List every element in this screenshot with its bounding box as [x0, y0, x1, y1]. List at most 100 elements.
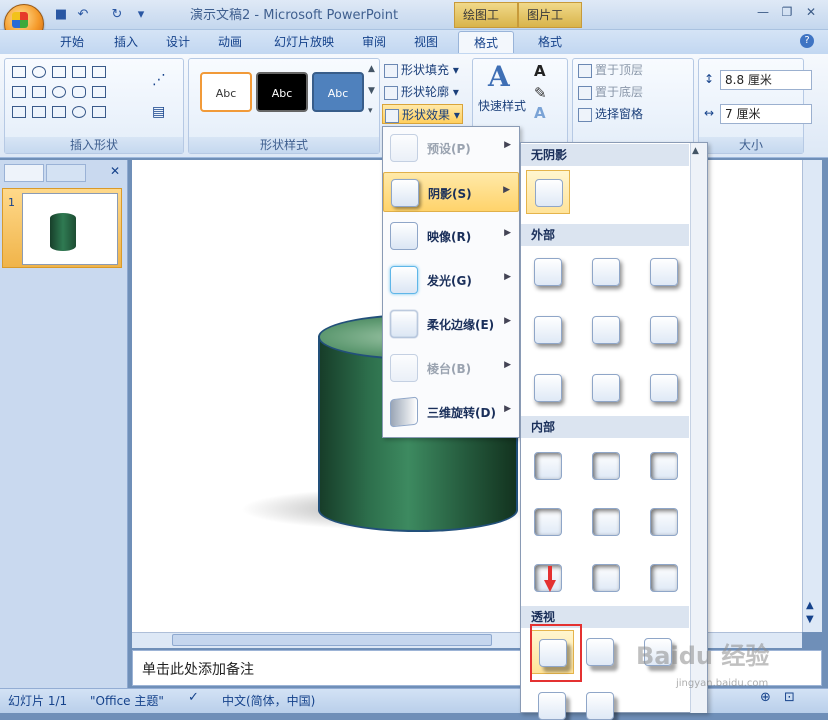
selection-pane-icon	[578, 107, 592, 122]
shadow-option-outer[interactable]	[584, 308, 628, 352]
language[interactable]: 中文(简体，中国)	[222, 692, 315, 709]
shadow-option-outer[interactable]	[526, 366, 570, 410]
text-outline-icon[interactable]: ✎	[534, 84, 547, 102]
outline-tab-icon[interactable]	[46, 164, 86, 182]
selection-pane-button[interactable]: 选择窗格	[578, 104, 643, 124]
shadow-option-outer[interactable]	[526, 308, 570, 352]
connector-shape-icon[interactable]	[12, 86, 26, 98]
menu-item-reflection[interactable]: 映像(R) ▶	[383, 216, 519, 256]
edit-shape-icon[interactable]: ⋰	[152, 72, 166, 88]
watermark: Baidu 经验	[636, 642, 770, 670]
zoom-in-icon[interactable]: ⊕	[760, 690, 771, 705]
horizontal-scroll-thumb[interactable]	[172, 634, 492, 646]
elbow-shape-icon[interactable]	[12, 106, 26, 118]
shadow-option-outer[interactable]	[642, 366, 686, 410]
shape-fill-button[interactable]: 形状填充 ▾	[384, 60, 459, 80]
send-to-back-button[interactable]: 置于底层	[578, 82, 643, 102]
style-sample-black[interactable]: Abc	[256, 72, 308, 112]
tab-insert[interactable]: 插入	[104, 31, 148, 53]
shadow-option-inner[interactable]	[584, 556, 628, 600]
freeform-shape-icon[interactable]	[92, 106, 106, 118]
shadow-option-inner[interactable]	[642, 500, 686, 544]
shadow-option-inner[interactable]	[526, 444, 570, 488]
panel-close-icon[interactable]: ✕	[110, 164, 120, 178]
rectangle-shape-icon[interactable]	[32, 86, 46, 98]
text-effects-icon[interactable]: A	[534, 104, 546, 122]
submenu-arrow-icon: ▶	[504, 360, 511, 370]
rounded-rect-shape-icon[interactable]	[72, 86, 86, 98]
tab-view[interactable]: 视图	[404, 31, 448, 53]
triangle-shape-icon[interactable]	[92, 86, 106, 98]
shape-effects-button[interactable]: 形状效果 ▾	[382, 104, 463, 124]
oval-shape-icon[interactable]	[52, 86, 66, 98]
menu-item-bevel[interactable]: 棱台(B) ▶	[383, 348, 519, 388]
shadow-option-outer[interactable]	[584, 366, 628, 410]
tab-design[interactable]: 设计	[156, 31, 200, 53]
tab-review[interactable]: 审阅	[352, 31, 396, 53]
quick-styles-icon[interactable]: A	[488, 60, 510, 93]
menu-item-glow[interactable]: 发光(G) ▶	[383, 260, 519, 300]
shadow-option-outer[interactable]	[642, 250, 686, 294]
height-input[interactable]: 8.8 厘米	[720, 70, 812, 90]
style-sample-blue[interactable]: Abc	[312, 72, 364, 112]
shadow-option-inner[interactable]	[642, 556, 686, 600]
shadow-option-inner[interactable]	[526, 500, 570, 544]
text-shape-icon[interactable]	[72, 66, 86, 78]
shadow-option-outer[interactable]	[584, 250, 628, 294]
help-icon[interactable]: ?	[800, 34, 814, 48]
styles-more-icon[interactable]: ▾	[368, 106, 373, 116]
text-box-icon[interactable]	[12, 66, 26, 78]
close-icon[interactable]: ✕	[800, 3, 822, 21]
tab-format-drawing[interactable]: 格式	[458, 31, 514, 53]
drawing-tools-context: 绘图工具	[454, 2, 518, 46]
menu-item-preset[interactable]: 预设(P) ▶	[383, 128, 519, 168]
text-box-insert-icon[interactable]: ▤	[152, 104, 165, 120]
shadow-option-none[interactable]	[526, 170, 570, 214]
styles-scroll-down-icon[interactable]: ▼	[368, 86, 375, 96]
save-icon[interactable]: ■	[52, 6, 70, 24]
redo-icon[interactable]: ↻	[108, 6, 126, 24]
circle-shape-icon[interactable]	[72, 106, 86, 118]
style-sample-orange[interactable]: Abc	[200, 72, 252, 112]
shape-outline-button[interactable]: 形状轮廓 ▾	[384, 82, 459, 102]
tab-format-picture[interactable]: 格式	[524, 31, 576, 53]
spellcheck-icon[interactable]: ✓	[188, 690, 199, 705]
arrow-shape-icon[interactable]	[32, 106, 46, 118]
trapezoid-shape-icon[interactable]	[52, 66, 66, 78]
customize-qat-icon[interactable]: ▾	[132, 6, 150, 24]
text-fill-icon[interactable]: A	[534, 62, 546, 80]
tab-animation[interactable]: 动画	[208, 31, 252, 53]
shadow-option-outer[interactable]	[642, 308, 686, 352]
shadow-option-inner[interactable]	[584, 444, 628, 488]
shadow-option-perspective[interactable]	[578, 630, 622, 674]
width-input[interactable]: 7 厘米	[720, 104, 812, 124]
prev-slide-icon[interactable]: ▲	[806, 600, 814, 611]
thumbnail-cylinder	[50, 213, 76, 251]
styles-scroll-up-icon[interactable]: ▲	[368, 64, 375, 74]
slides-tab-icon[interactable]	[4, 164, 44, 182]
tab-slideshow[interactable]: 幻灯片放映	[266, 31, 342, 53]
menu-item-soft-edges[interactable]: 柔化边缘(E) ▶	[383, 304, 519, 344]
tab-home[interactable]: 开始	[50, 31, 94, 53]
vertical-scrollbar[interactable]	[802, 160, 822, 632]
minimize-icon[interactable]: —	[752, 3, 774, 21]
submenu-arrow-icon: ▶	[503, 185, 510, 195]
fit-window-icon[interactable]: ⊡	[784, 690, 795, 705]
ellipse-shape-icon[interactable]	[32, 66, 46, 78]
next-slide-icon[interactable]: ▼	[806, 614, 814, 625]
shadow-option-outer[interactable]	[526, 250, 570, 294]
quick-styles-button[interactable]: 快速样式	[478, 96, 526, 116]
table-shape-icon[interactable]	[92, 66, 106, 78]
undo-icon[interactable]: ↶	[74, 6, 92, 24]
shadow-option-inner[interactable]	[584, 500, 628, 544]
gallery-scroll-up-icon[interactable]: ▲	[692, 146, 699, 156]
bring-to-front-button[interactable]: 置于顶层	[578, 60, 643, 80]
gallery-scrollbar[interactable]	[690, 143, 707, 713]
pentagon-shape-icon[interactable]	[52, 106, 66, 118]
restore-icon[interactable]: ❐	[776, 3, 798, 21]
shadow-option-inner[interactable]	[642, 444, 686, 488]
menu-item-shadow[interactable]: 阴影(S) ▶	[383, 172, 519, 212]
menu-item-3d-rotation[interactable]: 三维旋转(D) ▶	[383, 392, 519, 432]
shadow-option-perspective[interactable]	[530, 684, 574, 720]
shadow-option-perspective[interactable]	[578, 684, 622, 720]
